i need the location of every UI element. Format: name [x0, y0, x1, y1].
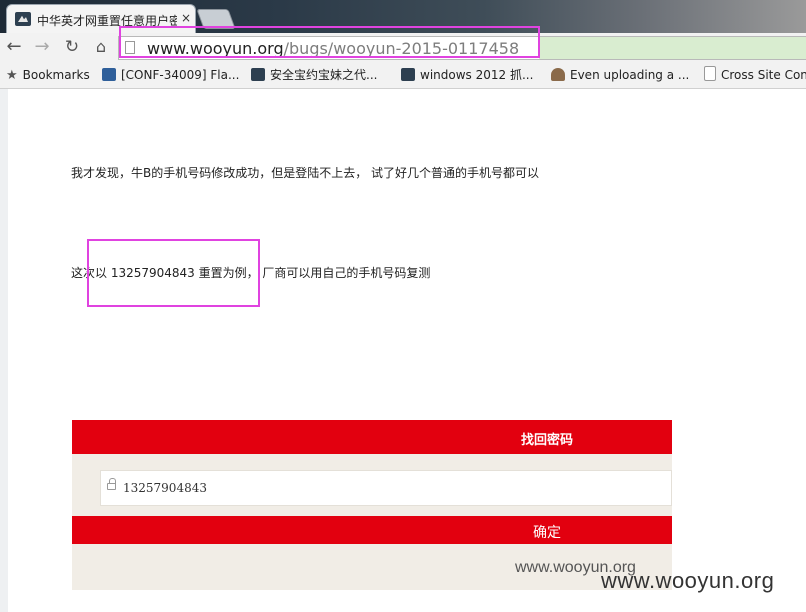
- tab-close-icon[interactable]: ×: [179, 11, 193, 25]
- bookmark-label: Bookmarks: [22, 68, 90, 82]
- bookmark-label: [CONF-34009] Fla...: [121, 68, 240, 82]
- bookmark-item[interactable]: windows 2012 抓...: [401, 66, 533, 84]
- home-icon[interactable]: ⌂: [91, 37, 111, 57]
- paragraph-1: 我才发现，牛B的手机号码修改成功，但是登陆不上去， 试了好几个普通的手机号都可以: [71, 166, 540, 180]
- embed-confirm-button: 确定: [72, 516, 672, 544]
- reload-icon[interactable]: ↻: [62, 37, 82, 57]
- page-icon: [704, 66, 716, 81]
- bookmark-label: Cross Site Con: [721, 68, 806, 82]
- embedded-screenshot: 找回密码 13257904843 确定 www.wooyun.org: [72, 420, 672, 590]
- back-arrow-icon[interactable]: ←: [4, 37, 24, 57]
- wooyun-favicon-icon: [15, 12, 31, 26]
- bookmark-item[interactable]: 安全宝约宝妹之代...: [251, 66, 377, 84]
- bookmark-item[interactable]: [CONF-34009] Fla...: [102, 66, 239, 84]
- bookmarks-bar: ★ Bookmarks [CONF-34009] Fla... 安全宝约宝妹之代.…: [0, 63, 806, 89]
- url-highlight-box: [119, 26, 540, 58]
- wooyun-icon: [401, 68, 415, 81]
- bookmark-item[interactable]: Cross Site Con: [704, 66, 806, 84]
- bookmark-label: windows 2012 抓...: [420, 68, 534, 82]
- forward-arrow-icon[interactable]: →: [32, 37, 52, 57]
- embed-phone-field: 13257904843: [100, 470, 672, 506]
- bookmark-label: Even uploading a ...: [570, 68, 690, 82]
- phone-highlight-box: [87, 239, 260, 307]
- page-watermark: www.wooyun.org: [601, 568, 775, 593]
- bookmark-item[interactable]: Even uploading a ...: [551, 66, 689, 84]
- wooyun-icon: [251, 68, 265, 81]
- star-icon: ★: [6, 68, 18, 83]
- lock-icon: [107, 478, 116, 490]
- omnibox-tint: [539, 37, 806, 59]
- bookmark-label: 安全宝约宝妹之代...: [270, 68, 378, 82]
- bookmarks-menu[interactable]: ★ Bookmarks: [6, 66, 90, 84]
- embed-header: 找回密码: [72, 420, 672, 454]
- confluence-icon: [102, 68, 116, 81]
- embed-phone-value: 13257904843: [123, 481, 207, 495]
- embed-confirm-label: 确定: [533, 525, 561, 541]
- page-left-shade: [0, 89, 8, 612]
- user-icon: [551, 68, 565, 81]
- embed-title: 找回密码: [521, 433, 574, 448]
